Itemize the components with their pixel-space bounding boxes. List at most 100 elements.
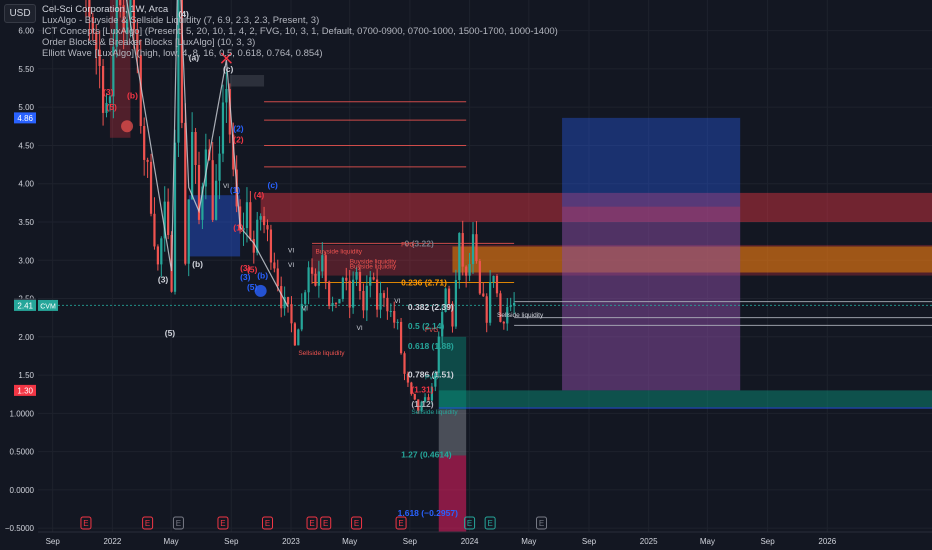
candle-body [191,131,194,200]
price-badge: 1.30 [14,384,36,396]
candle-body [167,201,170,235]
candle-body [286,297,290,305]
candle-body [369,277,372,286]
zone-box [562,206,741,391]
candle-body [471,234,475,265]
earnings-marker-label: E [539,519,544,528]
x-axis-tick-label: May [521,537,536,546]
chart-annotation: (3) [158,274,169,284]
candle-body [465,266,468,276]
candle-body [372,277,375,280]
chart-annotation: (4) [254,190,265,200]
x-axis-tick-label: 2023 [282,537,300,546]
earnings-marker-label: E [83,519,88,528]
x-axis-tick-label: 2024 [461,537,479,546]
chart-annotation: VI [357,325,363,332]
indicator-order-blocks[interactable]: Order Blocks & Breaker Blocks [LuxAlgo] … [42,37,558,48]
candle-body [290,304,293,324]
candle-body [262,216,266,226]
indicator-elliott-wave[interactable]: Elliott Wave [LuxAlgo] (high, low, 4, 8,… [42,48,558,59]
chart-annotation: (1.12) [411,399,433,409]
candle-body [379,293,382,310]
earnings-marker: E [320,516,332,530]
price-badge-label: 1.30 [17,386,33,395]
candle-body [495,275,499,294]
candle-body [156,246,159,265]
chart-annotation: (2) [233,124,244,134]
y-axis-tick-label: −0.5000 [5,524,35,533]
candle-body [389,310,392,312]
y-axis-tick-label: 4.50 [18,141,34,150]
chart-annotation: Buyside liquidity [315,248,362,255]
candle-body [338,299,341,304]
candle-body [314,273,317,286]
x-axis-tick-label: 2025 [640,537,658,546]
chart-annotation: Sellside liquidity [411,409,458,416]
y-axis-tick-label: 4.00 [18,180,34,189]
candle-body [331,302,334,307]
x-axis-tick-label: May [342,537,357,546]
candle-body [328,281,331,307]
indicator-ict-concepts[interactable]: ICT Concepts [LuxAlgo] (Present, 5, 20, … [42,26,558,37]
wave-circle-red [121,120,134,133]
candle-body [143,126,146,160]
candle-body [355,271,358,280]
candle-body [382,293,386,298]
chart-annotation: (1.31) [411,385,433,395]
candle-body [297,329,300,346]
price-chart[interactable]: (4)(a)(c)(b)(3)(5)(5)(3) (b)(2)(2)(1)(1)(… [0,0,932,550]
candle-body [509,305,512,307]
chart-annotation: 0.618 (1.88) [408,341,454,351]
x-axis-tick-label: Sep [582,537,597,546]
candle-body [269,229,273,263]
y-axis-tick-label: 0.5000 [10,448,35,457]
candle-body [324,255,327,282]
candle-body [478,261,481,294]
candle-body [352,279,355,308]
candle-body [348,280,351,308]
indicator-buyside-sellside[interactable]: LuxAlgo - Buyside & Sellside Liquidity (… [42,15,558,26]
candle-body [375,279,379,310]
y-axis-tick-label: 3.50 [18,218,34,227]
zone-box [438,390,932,408]
candle-body [273,262,276,269]
candle-body [482,293,485,297]
chart-annotation: (c) [223,64,234,74]
candle-body [218,153,221,181]
candle-body [225,89,228,103]
earnings-marker: E [306,516,318,530]
candle-body [310,267,314,274]
earnings-marker-label: E [354,519,359,528]
chart-annotation: Sellside liquidity [298,350,345,357]
chart-annotation: (3) [103,87,114,97]
y-axis-tick-label: 1.0000 [10,409,35,418]
chart-annotation: (1) [233,222,244,232]
earnings-marker: E [172,516,184,530]
x-axis-tick-label: Sep [403,537,418,546]
candle-body [280,286,283,309]
candle-body [475,234,478,262]
symbol-title[interactable]: Cel-Sci Corporation, 1W, Arca [42,4,558,15]
currency-button[interactable]: USD [4,4,36,23]
earnings-marker: E [80,516,92,530]
candle-body [345,277,348,281]
plot-area: (4)(a)(c)(b)(3)(5)(5)(3) (b)(2)(2)(1)(1)(… [38,0,932,532]
candle-body [149,161,153,214]
candle-body [266,225,269,230]
zone-box [229,75,265,87]
candle-body [184,122,187,264]
chart-window: (4) (a) (c) (b) (3) (5) (5) (3) (b) (2) (2) (1) (1)(… [0,0,932,550]
candle-body [153,213,156,247]
earnings-marker-label: E [309,519,314,528]
chart-legend: Cel-Sci Corporation, 1W, Arca LuxAlgo - … [42,4,558,59]
candle-body [276,268,279,287]
earnings-marker-label: E [323,519,328,528]
x-axis-tick-label: Sep [760,537,775,546]
earnings-marker: E [217,516,229,530]
candle-body [160,238,163,265]
earnings-marker: E [395,516,407,530]
candle-body [396,321,399,323]
chart-annotation: (b) [257,271,268,281]
candle-body [489,282,492,323]
chart-annotation: VI [288,262,294,269]
